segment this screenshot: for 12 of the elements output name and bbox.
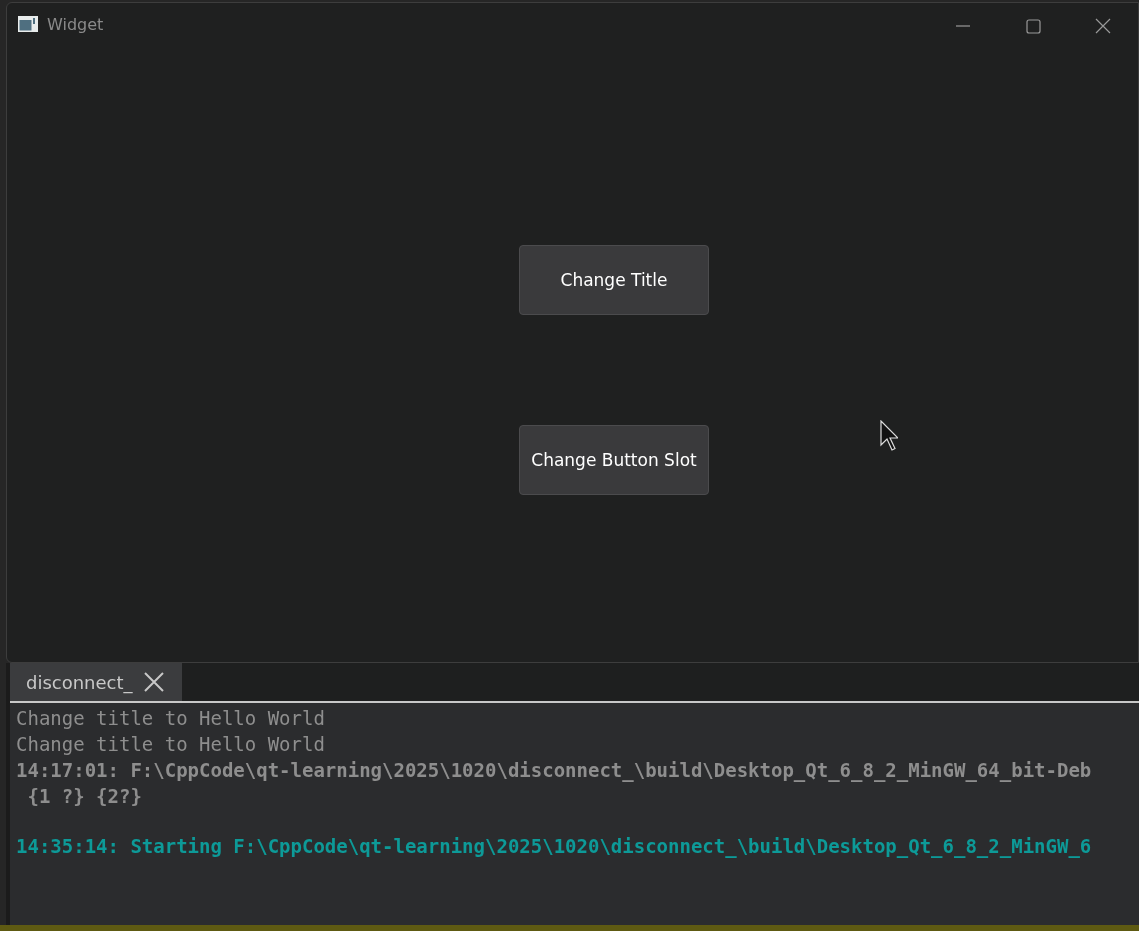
- push-button[interactable]: Change Button Slot: [519, 425, 709, 495]
- output-line: 14:17:01: F:\CppCode\qt-learning\2025\1020\disconnect_\build\Desktop_Qt_6_8_2_MinGW_64_bit-Deb: [16, 758, 1092, 783]
- mouse-pointer-icon: [880, 420, 898, 452]
- output-line: {1 ?} {2?}: [26, 784, 142, 809]
- output-tab[interactable]: disconnect_: [10, 663, 182, 701]
- output-line: 14:35:14: Starting F:\CppCode\qt-learning\2025\1020\disconnect_\build\Desktop_Qt_6_8_2_MinGW_6: [16, 834, 1092, 859]
- close-icon[interactable]: [142, 671, 165, 693]
- window-title: Widget: [47, 14, 104, 34]
- output-line: Change title to Hello World: [16, 732, 325, 757]
- push-button[interactable]: Change Title: [519, 245, 709, 315]
- output-line: Change title to Hello World: [16, 706, 325, 731]
- app-icon: [18, 16, 38, 32]
